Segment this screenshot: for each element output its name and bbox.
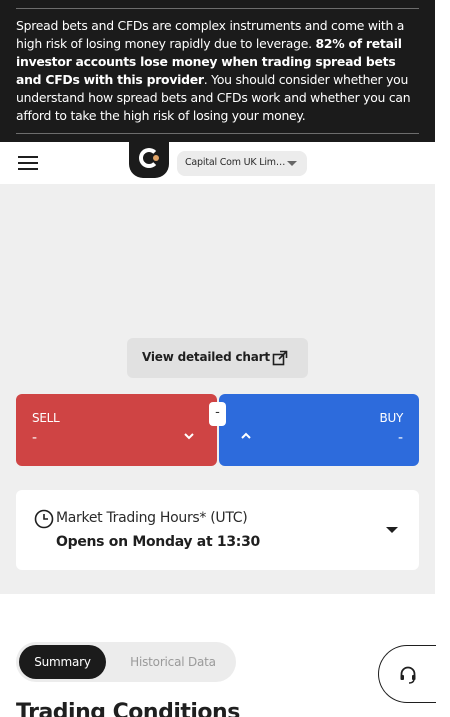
spread-badge: - [209, 402, 226, 426]
expand-icon [272, 350, 288, 366]
entity-selector-label: Capital Com UK Lim… [185, 157, 286, 168]
sell-label: SELL [32, 411, 60, 425]
page: Spread bets and CFDs are complex instrum… [0, 0, 435, 717]
tab-summary[interactable]: Summary [19, 645, 106, 679]
section-title: Trading Conditions [16, 700, 240, 717]
clock-icon [34, 509, 54, 529]
support-button[interactable] [378, 645, 436, 703]
capital-com-logo[interactable] [129, 140, 169, 178]
risk-warning-text: Spread bets and CFDs are complex instrum… [16, 17, 419, 125]
headset-icon [400, 666, 416, 684]
buy-button[interactable]: BUY - [219, 394, 419, 466]
sell-price: - [32, 430, 38, 446]
buy-price: - [397, 430, 403, 446]
divider [16, 8, 419, 9]
view-detailed-chart-label: View detailed chart [142, 350, 270, 364]
risk-warning-banner: Spread bets and CFDs are complex instrum… [0, 0, 435, 142]
market-trading-hours[interactable]: Market Trading Hours* (UTC) Opens on Mon… [16, 490, 419, 570]
sell-button[interactable]: SELL - [16, 394, 217, 466]
view-detailed-chart-button[interactable]: View detailed chart [127, 338, 308, 378]
divider [16, 133, 419, 134]
header: Capital Com UK Lim… [0, 140, 435, 184]
chevron-down-icon [184, 433, 194, 440]
market-hours-status: Opens on Monday at 13:30 [56, 534, 260, 550]
market-hours-title: Market Trading Hours* (UTC) [56, 510, 248, 526]
tab-historical-data[interactable]: Historical Data [116, 645, 230, 679]
entity-selector[interactable]: Capital Com UK Lim… [177, 151, 307, 176]
buy-label: BUY [379, 411, 404, 425]
chevron-up-icon [241, 432, 251, 439]
caret-down-icon [287, 161, 297, 166]
tab-bar: Summary Historical Data [16, 642, 236, 682]
chart-area: View detailed chart SELL - BUY - - Marke… [0, 184, 435, 594]
caret-down-icon [386, 527, 398, 533]
hamburger-menu-icon[interactable] [18, 156, 38, 170]
